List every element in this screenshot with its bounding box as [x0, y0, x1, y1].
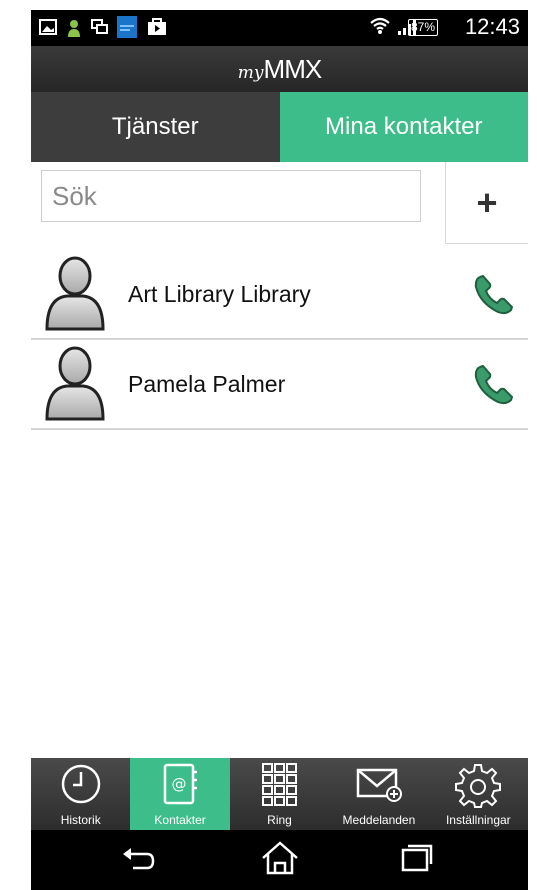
search-input[interactable]: Sök	[41, 170, 421, 222]
contact-row[interactable]: Art Library Library	[31, 250, 528, 340]
nav-label: Historik	[60, 813, 101, 827]
app-bar: myMMX	[31, 46, 528, 92]
nav-messages[interactable]: Meddelanden	[329, 758, 428, 830]
gear-icon	[455, 764, 502, 808]
clock-icon	[61, 764, 100, 804]
home-icon[interactable]	[260, 840, 300, 876]
status-bar: 87% 12:43	[31, 10, 528, 46]
contact-name: Pamela Palmer	[128, 371, 286, 397]
avatar-icon	[45, 346, 105, 421]
bottom-navigation: Historik @ Kontakter Ring Meddelanden In	[31, 758, 528, 830]
contact-row[interactable]: Pamela Palmer	[31, 340, 528, 430]
wifi-icon	[370, 17, 390, 34]
contact-notification-icon	[68, 20, 80, 37]
add-contact-button[interactable]: +	[445, 162, 528, 244]
store-notification-icon	[148, 18, 166, 35]
svg-text:@: @	[172, 775, 187, 793]
app-notification-icon	[117, 16, 137, 38]
phone-screen: 87% 12:43 myMMX Tjänster Mina kontakter …	[31, 10, 528, 890]
nav-contacts[interactable]: @ Kontakter	[130, 758, 230, 830]
nav-label: Ring	[267, 813, 292, 827]
envelope-icon	[356, 768, 402, 802]
tab-my-contacts[interactable]: Mina kontakter	[279, 92, 528, 162]
nav-label: Inställningar	[445, 813, 511, 827]
back-icon[interactable]	[119, 844, 159, 874]
battery-indicator: 87%	[407, 19, 438, 36]
contact-list: Art Library Library Pamela Palmer	[31, 250, 528, 430]
address-book-icon: @	[163, 763, 198, 805]
app-logo: myMMX	[237, 54, 322, 84]
phone-call-icon[interactable]	[472, 273, 516, 317]
system-navigation-bar	[31, 830, 528, 890]
search-row: Sök +	[31, 162, 528, 250]
tab-services[interactable]: Tjänster	[31, 92, 280, 162]
nav-dial[interactable]: Ring	[230, 758, 329, 830]
avatar-icon	[45, 256, 105, 331]
phone-call-icon[interactable]	[472, 363, 516, 407]
recent-apps-icon[interactable]	[399, 842, 435, 874]
gallery-notification-icon	[39, 19, 57, 35]
clock-time: 12:43	[464, 14, 520, 39]
contact-name: Art Library Library	[128, 281, 311, 307]
nav-settings[interactable]: Inställningar	[429, 758, 528, 830]
nav-label: Kontakter	[154, 813, 206, 827]
screens-notification-icon	[91, 19, 108, 34]
dialpad-icon	[261, 763, 297, 806]
tab-bar: Tjänster Mina kontakter	[31, 92, 528, 162]
nav-history[interactable]: Historik	[31, 758, 130, 830]
nav-label: Meddelanden	[342, 813, 416, 827]
